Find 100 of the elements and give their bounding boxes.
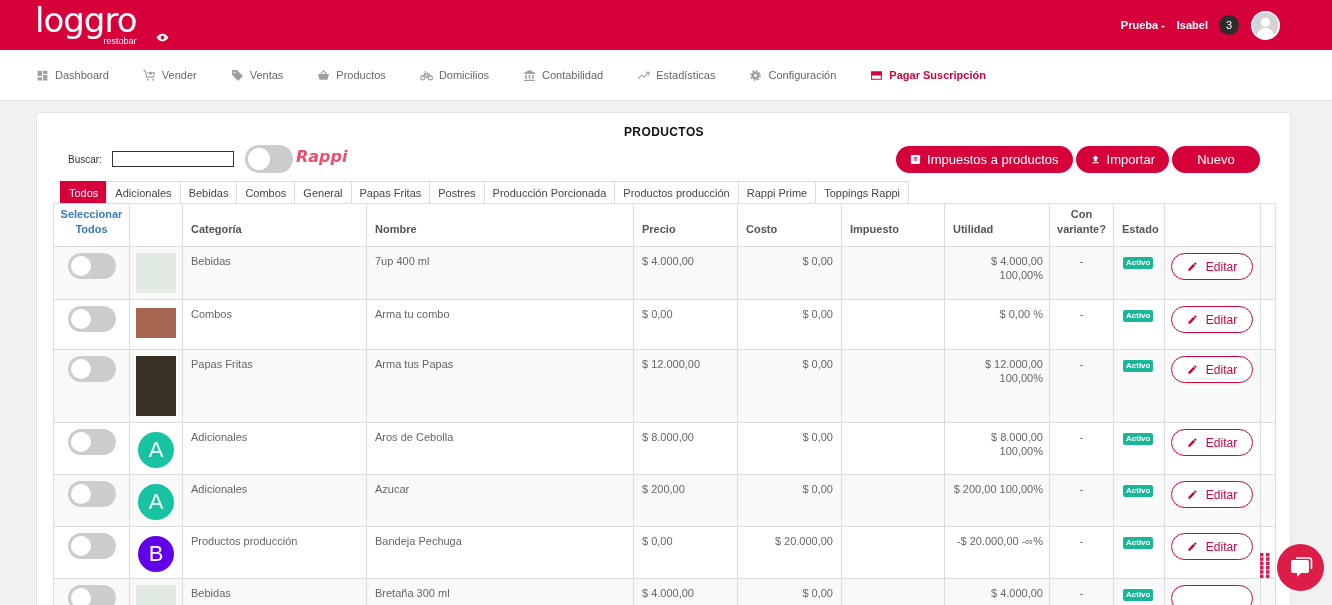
category-tab[interactable]: Papas Fritas xyxy=(350,181,430,203)
table-cell: $ 0,00 xyxy=(633,526,738,579)
cart-icon xyxy=(142,68,156,82)
nav-link[interactable]: Dashboard xyxy=(36,68,109,82)
notification-badge[interactable]: 3 xyxy=(1219,15,1239,35)
rappi-logo: Rappi xyxy=(295,146,348,166)
edit-button[interactable]: Editar xyxy=(1171,356,1253,383)
table-cell: $ 4.000,00 xyxy=(633,246,738,300)
search-label: Buscar: xyxy=(68,153,102,165)
bicycle-icon xyxy=(419,68,433,82)
credit-card-icon xyxy=(870,68,884,82)
upload-icon xyxy=(1089,153,1101,165)
table-cell: - xyxy=(1049,526,1114,579)
category-tab[interactable]: General xyxy=(294,181,351,203)
nav-link[interactable]: Pagar Suscripción xyxy=(870,68,986,82)
pencil-icon xyxy=(1186,541,1198,552)
table-cell: $ 0,00 xyxy=(737,474,842,527)
table-cell: $ 8.000,00 100,00% xyxy=(944,422,1050,475)
table-cell: 7up 400 ml xyxy=(366,246,634,300)
table-cell: - xyxy=(1049,299,1114,350)
nav-link[interactable]: Ventas xyxy=(230,68,284,82)
table-cell: $ 0,00 xyxy=(737,299,842,350)
table-cell: Adicionales xyxy=(182,422,367,475)
table-cell: Aros de Cebolla xyxy=(366,422,634,475)
import-button[interactable]: Importar xyxy=(1075,145,1169,173)
search-field[interactable] xyxy=(111,151,234,167)
table-cell: - xyxy=(1049,246,1114,300)
status-badge: Activo xyxy=(1123,433,1154,445)
avatar[interactable] xyxy=(1251,10,1280,40)
column-header: Costo xyxy=(737,203,842,247)
nav-link[interactable]: Domicilios xyxy=(419,68,489,82)
pencil-icon xyxy=(1186,437,1198,448)
drag-handle-icon[interactable] xyxy=(1260,553,1270,578)
table-cell: $ 0,00 xyxy=(633,299,738,350)
category-tab[interactable]: Toppings Rappi xyxy=(815,181,910,203)
category-tab[interactable]: Todos xyxy=(60,181,107,203)
category-tab[interactable]: Combos xyxy=(236,181,295,203)
dashboard-icon xyxy=(36,68,49,82)
column-header: Categoría xyxy=(182,203,367,247)
table-cell: $ 200,00 xyxy=(633,474,738,527)
column-header: Nombre xyxy=(366,203,634,247)
pencil-icon xyxy=(1186,261,1198,272)
nav-link[interactable]: Productos xyxy=(317,68,386,82)
photo-placeholder xyxy=(136,308,176,338)
status-badge: Activo xyxy=(1123,485,1154,497)
table-cell: Productos producción xyxy=(182,526,367,579)
table-cell: $ 0,00 % xyxy=(944,299,1050,350)
edit-button[interactable]: Editar xyxy=(1171,481,1253,508)
table-cell: Combos xyxy=(182,299,367,350)
eye-icon[interactable] xyxy=(156,31,170,44)
row-select-toggle[interactable] xyxy=(68,253,116,279)
table-cell: $ 8.000,00 xyxy=(633,422,738,475)
row-select-toggle[interactable] xyxy=(68,533,116,559)
edit-button[interactable] xyxy=(1171,585,1253,605)
row-select-toggle[interactable] xyxy=(68,481,116,507)
status-badge: Activo xyxy=(1123,589,1154,601)
user-name[interactable]: Isabel xyxy=(1176,19,1208,31)
column-header: Utilidad xyxy=(944,203,1050,247)
category-tab[interactable]: Postres xyxy=(429,181,484,203)
rappi-toggle[interactable] xyxy=(244,145,293,173)
row-select-toggle[interactable] xyxy=(68,429,116,455)
edit-button[interactable]: Editar xyxy=(1171,429,1253,456)
table-cell: Arma tu combo xyxy=(366,299,634,350)
category-tab[interactable]: Producción Porcionada xyxy=(483,181,615,203)
table-cell: Azucar xyxy=(366,474,634,527)
table-cell: - xyxy=(1049,422,1114,475)
photo-placeholder xyxy=(136,356,176,416)
table-cell: $ 4.000,00 100,00% xyxy=(944,246,1050,300)
nav-link[interactable]: Estadísticas xyxy=(637,68,716,82)
taxes-button[interactable]: Impuestos a productos xyxy=(896,145,1073,173)
category-tab[interactable]: Bebidas xyxy=(179,181,237,203)
table-cell: $ 0,00 xyxy=(737,422,842,475)
nav-link[interactable]: Contabilidad xyxy=(523,68,604,82)
category-tab[interactable]: Adicionales xyxy=(106,181,180,203)
logo-tagline: restobar xyxy=(103,36,137,46)
column-header: Precio xyxy=(633,203,738,247)
new-button[interactable]: Nuevo xyxy=(1172,145,1260,173)
basket-icon xyxy=(317,68,331,82)
table-cell: Adicionales xyxy=(182,474,367,527)
status-badge: Activo xyxy=(1123,257,1154,269)
edit-button[interactable]: Editar xyxy=(1171,253,1253,280)
row-select-toggle[interactable] xyxy=(68,356,116,382)
table-cell: Papas Fritas xyxy=(182,349,367,423)
category-tab[interactable]: Rappi Prime xyxy=(737,181,816,203)
row-select-toggle[interactable] xyxy=(68,306,116,332)
pencil-icon xyxy=(1186,489,1198,500)
table-cell: $ 12.000,00 100,00% xyxy=(944,349,1050,423)
document-icon xyxy=(910,153,922,165)
column-header: Estado xyxy=(1113,203,1165,247)
status-badge: Activo xyxy=(1123,310,1154,322)
pencil-icon xyxy=(1186,364,1198,375)
edit-button[interactable]: Editar xyxy=(1171,306,1253,333)
table-cell: $ 0,00 xyxy=(737,349,842,423)
category-tab[interactable]: Productos producción xyxy=(614,181,738,203)
edit-button[interactable]: Editar xyxy=(1171,533,1253,560)
row-select-toggle[interactable] xyxy=(68,585,116,605)
nav-link[interactable]: Vender xyxy=(142,68,197,82)
pencil-icon xyxy=(1186,314,1198,325)
nav-link[interactable]: Configuración xyxy=(749,68,837,82)
user-label: Prueba - xyxy=(1120,19,1165,31)
